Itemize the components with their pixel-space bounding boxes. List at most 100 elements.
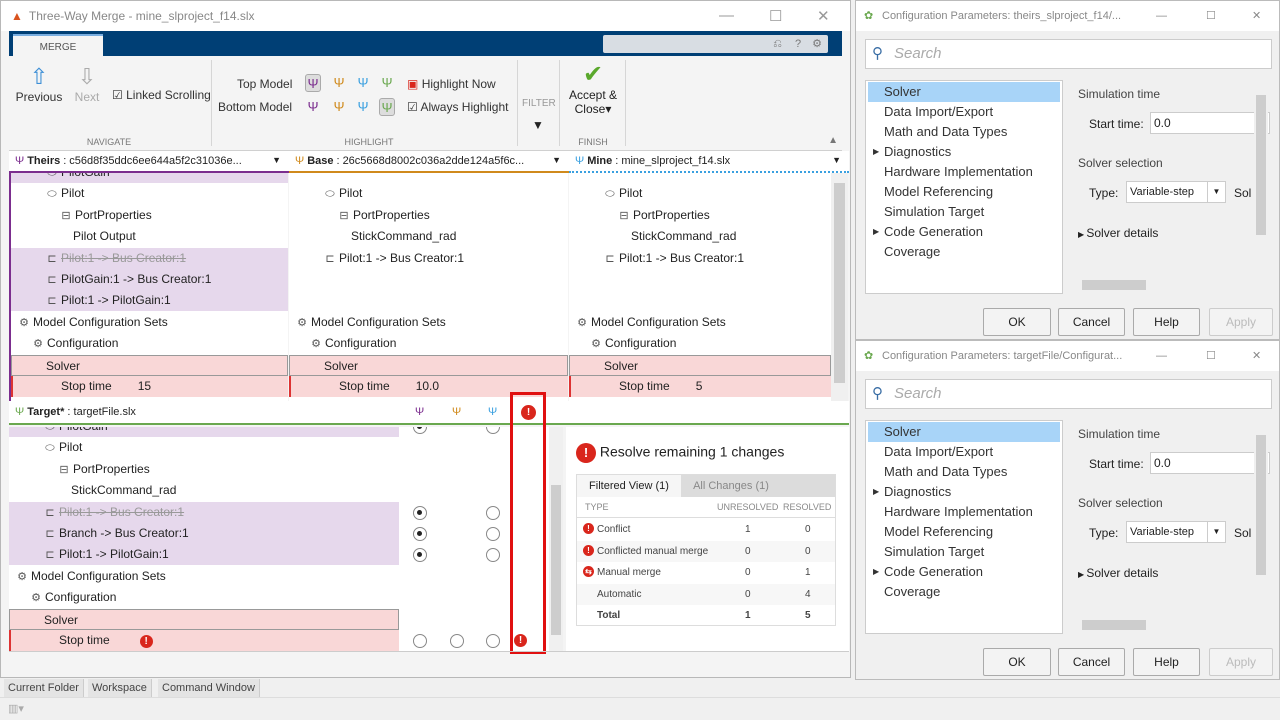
start-time-input[interactable]: 0.0 (1150, 452, 1270, 474)
theirs-column-header[interactable]: Ψ Theirs: c56d8f35ddc6ee644a5f2c31036e...… (9, 151, 289, 173)
minimize-button[interactable]: — (1156, 341, 1167, 371)
bottom-base-button[interactable]: Ψ (331, 98, 347, 116)
accept-close-button[interactable]: ✔ Accept & Close▾ (565, 62, 621, 117)
tree-row[interactable]: ⬭ Pilot (11, 183, 288, 204)
category-item[interactable]: Coverage (868, 582, 1060, 602)
expand-triangle-icon[interactable]: ▶ (873, 482, 879, 502)
maximize-button[interactable]: ☐ (769, 7, 782, 25)
category-item[interactable]: Data Import/Export (868, 442, 1060, 462)
theirs-radio[interactable] (413, 505, 427, 520)
tree-row[interactable] (569, 173, 831, 183)
solver-details-toggle[interactable]: ▶ Solver details (1078, 226, 1158, 240)
solver-details-toggle[interactable]: ▶ Solver details (1078, 566, 1158, 580)
tree-row[interactable]: StickCommand_rad (289, 226, 568, 247)
tree-row[interactable]: ⚙ Model Configuration Sets (569, 312, 831, 333)
scrollbar-thumb[interactable] (1256, 435, 1266, 575)
tree-row[interactable]: ⬭ Pilot (289, 183, 568, 204)
solver-type-select[interactable]: Variable-step ▼ (1126, 521, 1226, 543)
tree-row[interactable]: Stop time! (9, 630, 399, 651)
tree-row[interactable]: ⊏ Pilot:1 -> Bus Creator:1 (11, 247, 288, 269)
tree-row[interactable]: ⊟ PortProperties (9, 459, 399, 480)
apply-button[interactable]: Apply (1209, 648, 1273, 676)
close-button[interactable]: ✕ (1252, 1, 1261, 31)
help-button[interactable]: Help (1133, 308, 1200, 336)
tree-row[interactable]: ⊟ PortProperties (289, 205, 568, 226)
close-button[interactable]: ✕ (817, 7, 830, 25)
highlight-now-button[interactable]: ▣ Highlight Now (407, 77, 496, 91)
bottom-vertical-scrollbar[interactable] (549, 427, 563, 651)
tree-row[interactable]: Solver (289, 354, 568, 376)
horizontal-scrollbar[interactable] (1072, 618, 1254, 632)
bottom-tab[interactable]: Current Folder (4, 679, 84, 697)
category-item[interactable]: Math and Data Types (868, 462, 1060, 482)
category-item[interactable]: Coverage (868, 242, 1060, 262)
tree-row[interactable] (289, 290, 568, 311)
theirs-radio[interactable] (413, 527, 427, 541)
ok-button[interactable]: OK (983, 308, 1051, 336)
mine-radio[interactable] (486, 548, 500, 563)
category-item[interactable]: ▶ Code Generation (868, 562, 1060, 582)
tree-row[interactable]: ⊟ PortProperties (569, 205, 831, 226)
mine-radio[interactable] (486, 505, 500, 520)
filter-dropdown-button[interactable]: ▼ (532, 118, 544, 132)
mine-radio[interactable] (486, 527, 500, 541)
chevron-down-icon[interactable]: ▼ (552, 155, 561, 165)
tree-row[interactable] (569, 290, 831, 311)
vertical-scrollbar[interactable] (1254, 420, 1268, 616)
mine-radio[interactable] (486, 427, 500, 434)
category-item[interactable]: Model Referencing (868, 522, 1060, 542)
tree-row[interactable]: Pilot Output (11, 226, 288, 247)
tree-row[interactable]: ⊏ Pilot:1 -> PilotGain:1 (11, 290, 288, 312)
cancel-button[interactable]: Cancel (1058, 308, 1125, 336)
expand-triangle-icon[interactable]: ▶ (873, 562, 879, 582)
start-time-input[interactable]: 0.0 (1150, 112, 1270, 134)
tree-row[interactable]: ⬭ Pilot (569, 183, 831, 204)
top-mine-button[interactable]: Ψ (355, 74, 371, 92)
expand-triangle-icon[interactable]: ▶ (873, 222, 879, 242)
category-item[interactable]: Model Referencing (868, 182, 1060, 202)
tree-row[interactable]: Solver (9, 608, 399, 630)
settings-icon[interactable]: ⚙ (812, 38, 822, 50)
tree-row[interactable]: ⊏ Pilot:1 -> Bus Creator:1 (9, 501, 399, 523)
tree-row[interactable]: ⚙ Model Configuration Sets (11, 312, 288, 333)
minimize-button[interactable]: — (719, 7, 734, 24)
scrollbar-thumb[interactable] (1082, 280, 1146, 290)
top-theirs-button[interactable]: Ψ (305, 74, 321, 92)
search-input[interactable]: ⚲ Search (865, 39, 1272, 69)
previous-button[interactable]: ⇧ Previous (13, 64, 65, 104)
tree-row[interactable] (289, 173, 568, 183)
category-item[interactable]: ▶ Diagnostics (868, 142, 1060, 162)
collapse-toolstrip-button[interactable]: ▲ (828, 135, 838, 146)
top-vertical-scrollbar[interactable] (831, 173, 848, 401)
tree-row[interactable]: ⊏ Pilot:1 -> Bus Creator:1 (289, 248, 568, 269)
theirs-radio[interactable] (413, 427, 427, 434)
theirs-radio[interactable] (413, 548, 427, 563)
undo-icon[interactable]: ⎌ (773, 38, 782, 50)
tree-row[interactable]: StickCommand_rad (569, 226, 831, 247)
help-icon[interactable]: ? (795, 38, 801, 50)
tree-row[interactable]: ⚙ Configuration (569, 333, 831, 354)
top-target-button[interactable]: Ψ (379, 74, 395, 92)
tab-filtered-view[interactable]: Filtered View (1) (577, 475, 681, 497)
tree-row[interactable]: Stop time 5 (569, 376, 831, 397)
scrollbar-thumb[interactable] (1256, 95, 1266, 235)
tree-row[interactable]: ⊟ PortProperties (11, 205, 288, 226)
tree-row[interactable] (569, 269, 831, 290)
category-item[interactable]: Simulation Target (868, 202, 1060, 222)
category-item[interactable]: Simulation Target (868, 542, 1060, 562)
search-input[interactable]: ⚲ Search (865, 379, 1272, 409)
bottom-mine-button[interactable]: Ψ (355, 98, 371, 116)
chevron-down-icon[interactable]: ▼ (832, 155, 841, 165)
scrollbar-thumb[interactable] (1082, 620, 1146, 630)
bottom-target-button[interactable]: Ψ (379, 98, 395, 116)
expand-triangle-icon[interactable]: ▶ (873, 142, 879, 162)
next-button[interactable]: ⇩ Next (67, 64, 107, 104)
base-radio[interactable] (450, 634, 464, 648)
maximize-button[interactable]: ☐ (1206, 1, 1216, 31)
ok-button[interactable]: OK (983, 648, 1051, 676)
category-item[interactable]: ▶ Diagnostics (868, 482, 1060, 502)
solver-type-select[interactable]: Variable-step ▼ (1126, 181, 1226, 203)
cancel-button[interactable]: Cancel (1058, 648, 1125, 676)
category-item[interactable]: Math and Data Types (868, 122, 1060, 142)
scrollbar-thumb[interactable] (834, 183, 845, 383)
